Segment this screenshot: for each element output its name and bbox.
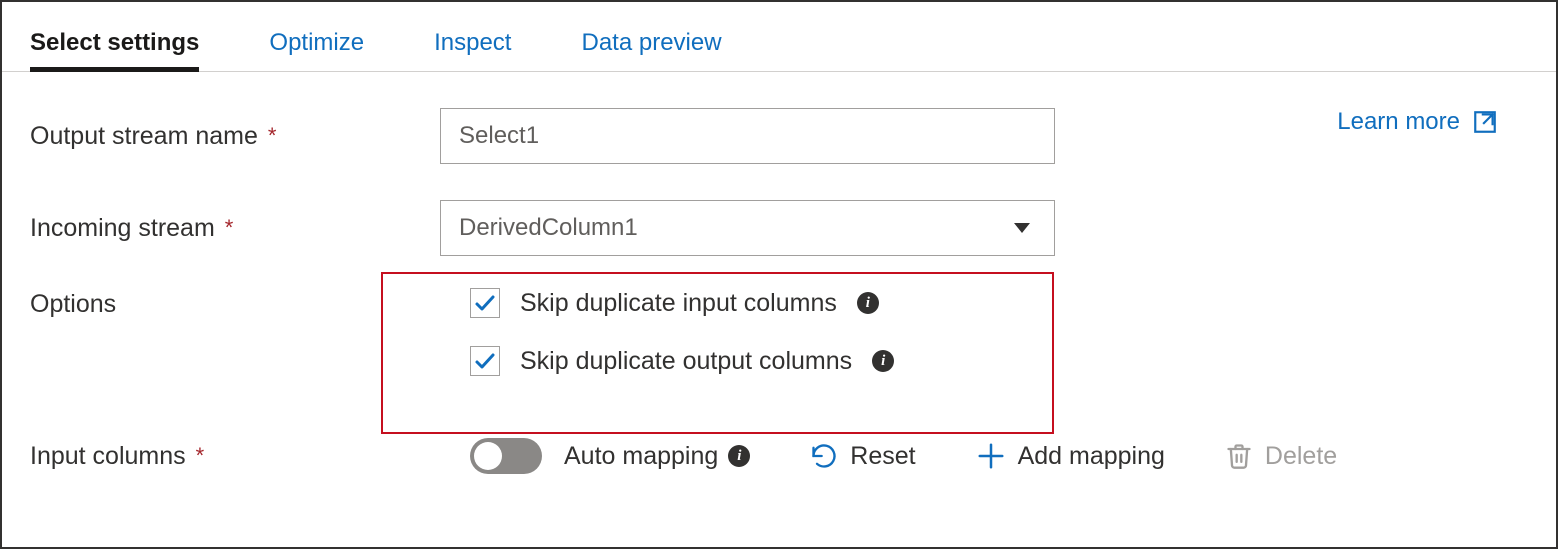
- label-incoming-stream: Incoming stream *: [30, 214, 440, 243]
- tab-inspect[interactable]: Inspect: [434, 11, 511, 71]
- reset-button[interactable]: Reset: [810, 442, 915, 471]
- option-skip-output-row: Skip duplicate output columns i: [470, 346, 894, 376]
- open-external-icon: [1472, 109, 1498, 135]
- learn-more-label: Learn more: [1337, 108, 1460, 136]
- label-reset: Reset: [850, 442, 915, 471]
- required-asterisk: *: [196, 443, 205, 469]
- toggle-auto-mapping[interactable]: [470, 438, 542, 474]
- label-options: Options: [30, 286, 440, 319]
- incoming-stream-select[interactable]: DerivedColumn1: [440, 200, 1055, 256]
- tab-strip: Select settings Optimize Inspect Data pr…: [2, 2, 1556, 72]
- toggle-knob: [474, 442, 502, 470]
- label-auto-mapping: Auto mapping: [564, 442, 718, 471]
- label-delete: Delete: [1265, 442, 1337, 471]
- label-skip-output: Skip duplicate output columns: [520, 347, 852, 376]
- incoming-stream-value: DerivedColumn1: [459, 214, 638, 242]
- tab-data-preview[interactable]: Data preview: [581, 11, 721, 71]
- label-output-stream: Output stream name *: [30, 122, 440, 151]
- learn-more-link[interactable]: Learn more: [1337, 108, 1498, 136]
- row-incoming-stream: Incoming stream * DerivedColumn1: [30, 200, 1528, 256]
- select-settings-panel: Select settings Optimize Inspect Data pr…: [0, 0, 1558, 549]
- row-output-stream: Output stream name *: [30, 108, 1528, 164]
- row-options: Options Skip duplicate input columns i S…: [30, 286, 1528, 386]
- output-stream-input[interactable]: [440, 108, 1055, 164]
- plus-icon: [976, 441, 1006, 471]
- checkbox-skip-input[interactable]: [470, 288, 500, 318]
- chevron-down-icon: [1014, 223, 1030, 233]
- row-input-columns: Input columns * Auto mapping i: [30, 438, 1528, 474]
- tab-optimize[interactable]: Optimize: [269, 11, 364, 71]
- form-body: Learn more Output stream name * Inc: [2, 72, 1556, 482]
- label-options-text: Options: [30, 290, 116, 319]
- label-output-stream-text: Output stream name: [30, 122, 258, 151]
- option-skip-input-row: Skip duplicate input columns i: [470, 288, 894, 318]
- add-mapping-button[interactable]: Add mapping: [976, 441, 1165, 471]
- tab-select-settings[interactable]: Select settings: [30, 11, 199, 71]
- label-incoming-stream-text: Incoming stream: [30, 214, 215, 243]
- trash-icon: [1225, 442, 1253, 470]
- checkbox-skip-output[interactable]: [470, 346, 500, 376]
- required-asterisk: *: [268, 123, 277, 149]
- label-input-columns-text: Input columns: [30, 442, 186, 471]
- label-skip-input: Skip duplicate input columns: [520, 289, 837, 318]
- label-add-mapping: Add mapping: [1018, 442, 1165, 471]
- info-icon[interactable]: i: [728, 445, 750, 467]
- delete-button: Delete: [1225, 442, 1337, 471]
- reset-icon: [810, 442, 838, 470]
- info-icon[interactable]: i: [857, 292, 879, 314]
- label-input-columns: Input columns *: [30, 442, 440, 471]
- required-asterisk: *: [225, 215, 234, 241]
- info-icon[interactable]: i: [872, 350, 894, 372]
- auto-mapping-group: Auto mapping i: [564, 442, 750, 471]
